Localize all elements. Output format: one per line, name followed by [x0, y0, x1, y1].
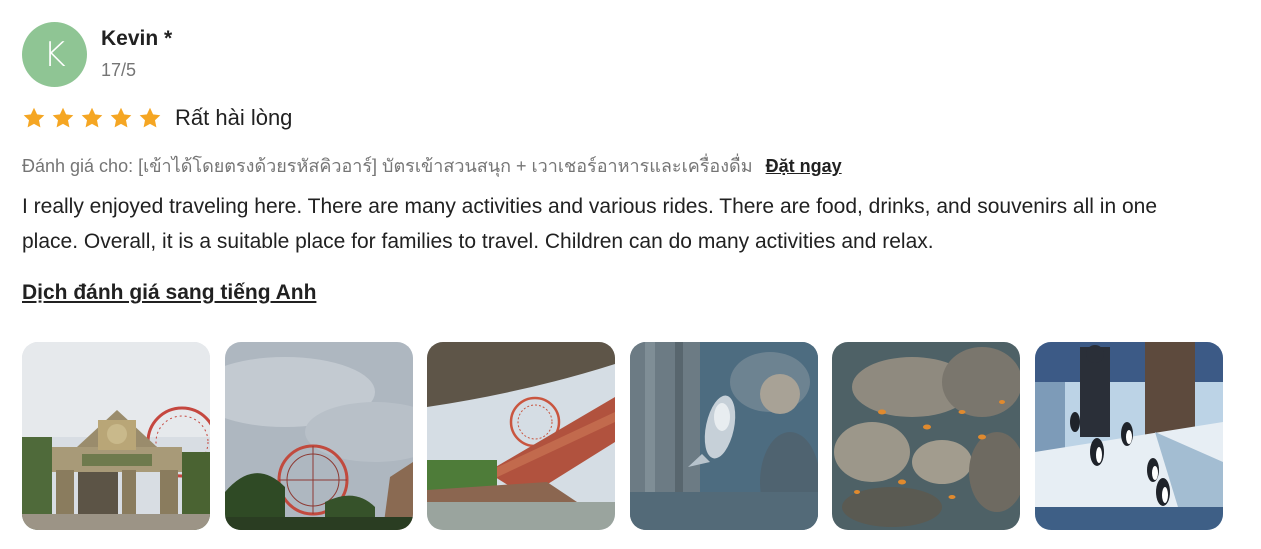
reviewed-for-item: [เข้าได้โดยตรงด้วยรหัสคิวอาร์] บัตรเข้าส…	[138, 156, 753, 176]
rating-label: Rất hài lòng	[175, 105, 293, 130]
avatar: K	[22, 22, 87, 87]
user-name: Kevin *	[101, 27, 173, 50]
review-photo-ferris-wheel[interactable]	[224, 342, 413, 530]
rating-row: Rất hài lòng	[22, 103, 1242, 133]
translate-review-link[interactable]: Dịch đánh giá sang tiếng Anh	[22, 281, 316, 305]
review-photo-bridge[interactable]	[427, 342, 615, 530]
user-meta: Kevin * 17/5	[101, 26, 172, 83]
reviewed-for: Đánh giá cho: [เข้าได้โดยตรงด้วยรหัสคิวอ…	[22, 153, 1242, 179]
review-photo-penguins[interactable]	[1034, 342, 1223, 530]
star-icon	[138, 106, 162, 130]
reviewed-for-prefix: Đánh giá cho:	[22, 156, 134, 176]
review-photo-park-entrance[interactable]	[22, 342, 210, 530]
book-now-link[interactable]: Đặt ngay	[766, 156, 842, 176]
star-icon	[22, 106, 46, 130]
star-rating	[22, 106, 167, 130]
review-photo-aquarium-fish[interactable]	[629, 342, 818, 530]
photo-gallery	[22, 342, 1237, 530]
review-header: K Kevin * 17/5	[22, 22, 1242, 87]
star-icon	[80, 106, 104, 130]
star-icon	[51, 106, 75, 130]
star-icon	[109, 106, 133, 130]
review-photo-aquarium-rocks[interactable]	[832, 342, 1020, 530]
review-card: K Kevin * 17/5 Rất hài lòng Đánh giá cho…	[22, 22, 1242, 305]
review-date: 17/5	[101, 60, 137, 80]
review-text: I really enjoyed traveling here. There a…	[22, 195, 1157, 253]
